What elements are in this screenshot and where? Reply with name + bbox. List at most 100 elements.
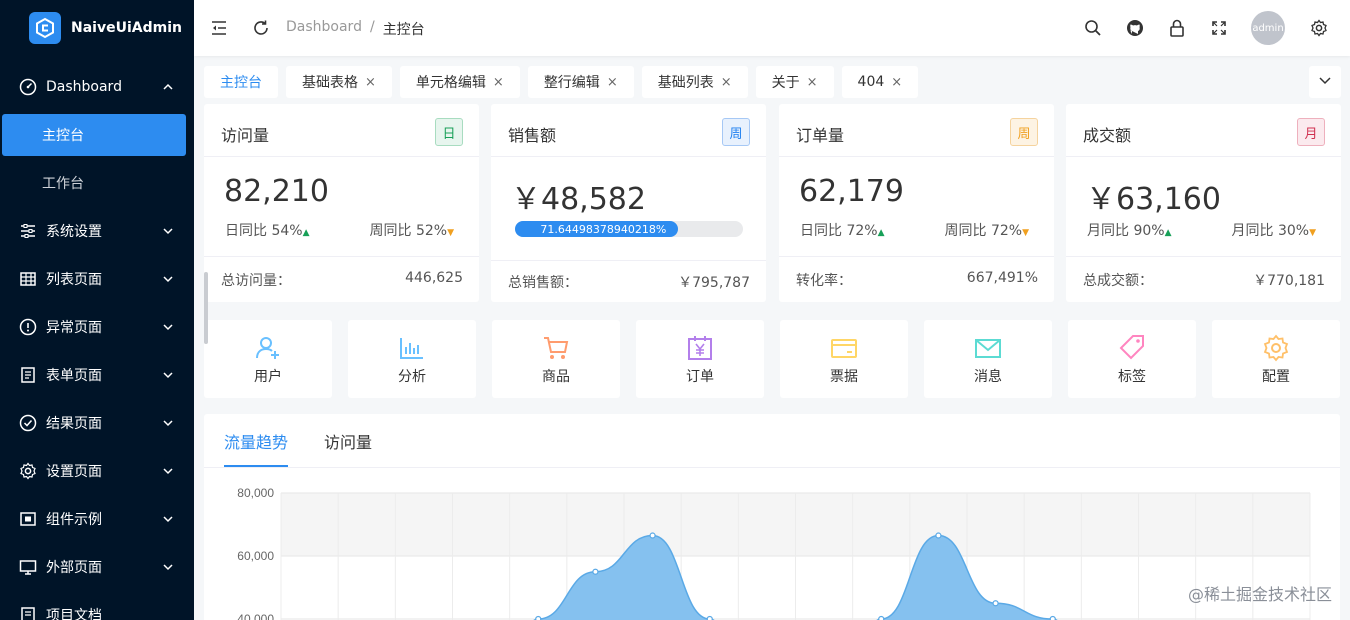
data-point: [535, 615, 542, 620]
close-icon[interactable]: ×: [493, 75, 504, 90]
card-value: ￥63,160: [1086, 182, 1221, 217]
quick-entry-order[interactable]: 订单: [636, 320, 764, 398]
quick-entry-label: 订单: [686, 369, 714, 385]
mail-icon: [975, 339, 1001, 358]
card-compare-row: 日同比 72%▲ 周同比 72%▼: [800, 220, 1029, 240]
sidebar-subitem-console[interactable]: 主控台: [2, 114, 186, 156]
github-icon[interactable]: [1125, 18, 1145, 38]
compare-right-text: 月同比 30%: [1231, 223, 1310, 239]
quick-entry-label: 配置: [1262, 369, 1290, 385]
alert-icon: [19, 318, 37, 336]
sidebar-item-external[interactable]: 外部页面: [0, 543, 194, 591]
quick-entry-bill[interactable]: 票据: [780, 320, 908, 398]
menu-fold-icon[interactable]: [209, 18, 229, 38]
card-title: 订单量: [796, 126, 845, 145]
bar-chart-icon: [400, 338, 423, 359]
chevron-down-icon: [162, 273, 174, 289]
quick-entry-tag[interactable]: 标签: [1068, 320, 1196, 398]
sidebar-item-label: 结果页面: [46, 416, 102, 432]
desktop-icon: [19, 558, 37, 576]
footer-value: 446,625: [405, 270, 463, 286]
close-icon[interactable]: ×: [807, 75, 818, 90]
tab-cell-edit[interactable]: 单元格编辑 ×: [399, 66, 520, 98]
avatar[interactable]: admin: [1251, 11, 1285, 45]
logo[interactable]: NaiveUiAdmin: [0, 0, 194, 56]
quick-entry-label: 用户: [254, 369, 282, 385]
tab-label: 单元格编辑: [415, 75, 486, 91]
check-circle-icon: [19, 414, 37, 432]
sidebar-item-exception[interactable]: 异常页面: [0, 303, 194, 351]
tab-basic-list[interactable]: 基础列表 ×: [641, 66, 748, 98]
stat-card-orders: 订单量 周 62,179 日同比 72%▲ 周同比 72%▼ 转化率： 667,…: [779, 104, 1054, 302]
progress-text: 71.64498378940218%: [540, 222, 667, 236]
tab-visits[interactable]: 访问量: [324, 414, 372, 467]
period-badge: 日: [435, 118, 463, 146]
search-icon[interactable]: [1083, 18, 1103, 38]
tab-label: 404: [857, 74, 885, 90]
close-icon[interactable]: ×: [721, 75, 732, 90]
compare-right: 月同比 30%▼: [1232, 220, 1317, 240]
card-title: 访问量: [221, 126, 270, 145]
tab-more-button[interactable]: [1309, 66, 1341, 98]
card-value: ￥48,582: [511, 182, 646, 217]
compare-left: 日同比 72%▲: [800, 220, 885, 240]
trend-up-icon: ▲: [1164, 228, 1172, 238]
trend-down-icon: ▼: [1022, 228, 1029, 238]
logo-icon: [29, 12, 61, 44]
sidebar-item-result[interactable]: 结果页面: [0, 399, 194, 447]
tab-label: 关于: [771, 75, 800, 91]
tab-bar: 主控台 基础表格 × 单元格编辑 × 整行编辑 × 基础列表 × 关于 × 40…: [204, 66, 919, 98]
close-icon[interactable]: ×: [891, 75, 902, 90]
sidebar-item-label: 表单页面: [46, 368, 102, 384]
settings-icon[interactable]: [1309, 18, 1329, 38]
sidebar-item-settings[interactable]: 设置页面: [0, 447, 194, 495]
tab-console[interactable]: 主控台: [204, 66, 278, 98]
quick-entry-message[interactable]: 消息: [924, 320, 1052, 398]
sidebar-item-label: 系统设置: [46, 224, 102, 240]
sidebar-subitem-workbench[interactable]: 工作台: [0, 159, 194, 207]
card-footer: 转化率： 667,491%: [796, 270, 1038, 290]
quick-entry-goods[interactable]: 商品: [492, 320, 620, 398]
compare-left-text: 日同比 54%: [225, 223, 303, 239]
fullscreen-icon[interactable]: [1209, 18, 1229, 38]
card-title: 销售额: [508, 126, 557, 145]
tab-label: 整行编辑: [543, 75, 600, 91]
sidebar-item-form[interactable]: 表单页面: [0, 351, 194, 399]
sidebar-item-components[interactable]: 组件示例: [0, 495, 194, 543]
refresh-icon[interactable]: [251, 18, 271, 38]
quick-entry-user[interactable]: 用户: [204, 320, 332, 398]
quick-entry-label: 消息: [974, 369, 1002, 385]
sidebar-item-list[interactable]: 列表页面: [0, 255, 194, 303]
quick-entry-config[interactable]: 配置: [1212, 320, 1340, 398]
chevron-down-icon: [1318, 73, 1332, 91]
lock-icon[interactable]: [1167, 18, 1187, 38]
scrollbar-thumb[interactable]: [204, 272, 208, 344]
sidebar-item-label: 项目文档: [46, 608, 102, 620]
traffic-area-chart: 80,000 60,000 40,000: [237, 486, 1311, 620]
quick-entry-analysis[interactable]: 分析: [348, 320, 476, 398]
footer-value: 667,491%: [966, 270, 1038, 286]
sidebar-item-system[interactable]: 系统设置: [0, 207, 194, 255]
sidebar-item-label: 设置页面: [46, 464, 102, 480]
sidebar-item-dashboard[interactable]: Dashboard: [0, 63, 194, 111]
chevron-down-icon: [162, 369, 174, 385]
divider: [1066, 256, 1341, 257]
sidebar-item-label: Dashboard: [46, 79, 122, 95]
footer-label: 转化率：: [796, 273, 852, 289]
sidebar-item-label: 外部页面: [46, 560, 102, 576]
tab-row-edit[interactable]: 整行编辑 ×: [527, 66, 634, 98]
chevron-up-icon: [162, 81, 174, 97]
divider: [779, 156, 1054, 157]
sidebar-item-label: 组件示例: [46, 512, 102, 528]
tab-basic-table[interactable]: 基础表格 ×: [286, 66, 392, 98]
divider: [779, 256, 1054, 257]
card-icon: [831, 339, 857, 358]
tab-about[interactable]: 关于 ×: [755, 66, 834, 98]
sidebar-item-docs[interactable]: 项目文档: [0, 591, 194, 620]
tab-404[interactable]: 404 ×: [841, 66, 919, 98]
tab-traffic-trend[interactable]: 流量趋势: [224, 414, 289, 467]
close-icon[interactable]: ×: [607, 75, 618, 90]
close-icon[interactable]: ×: [365, 75, 376, 90]
breadcrumb-item-dashboard[interactable]: Dashboard: [286, 19, 362, 39]
tab-label: 访问量: [324, 432, 373, 452]
